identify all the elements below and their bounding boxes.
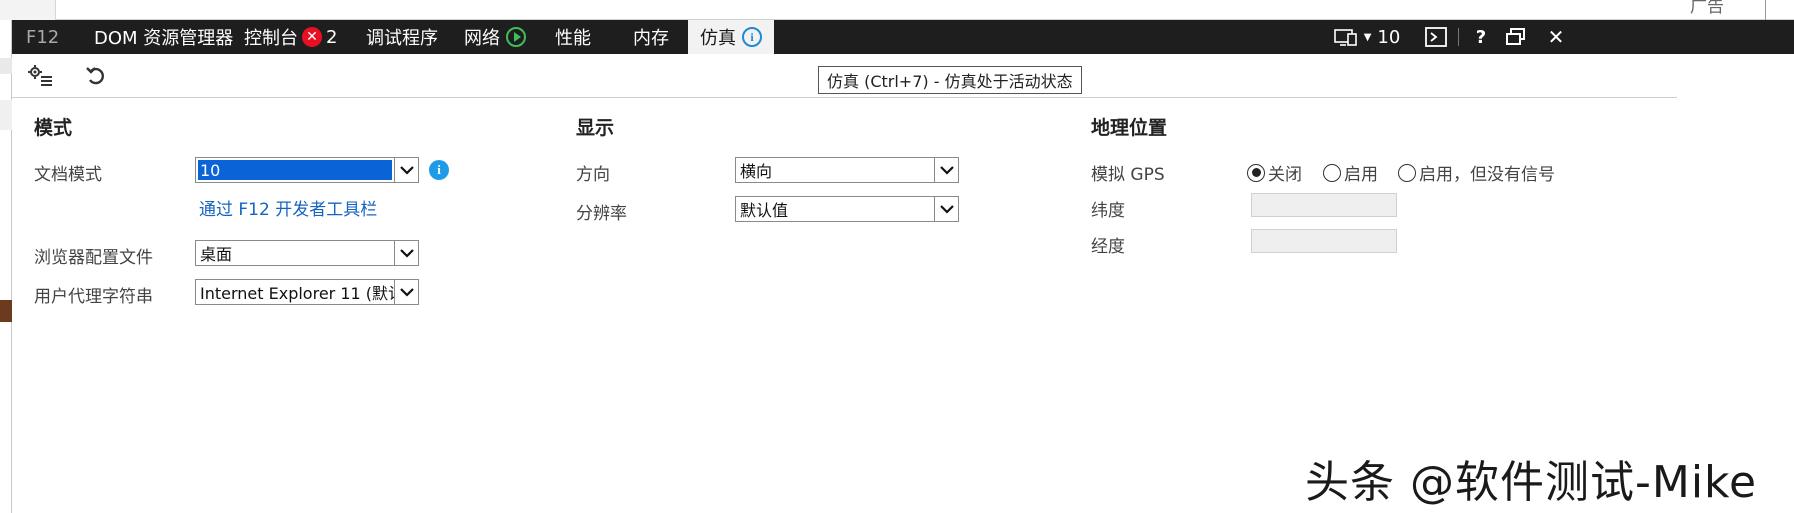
longitude-label: 经度 [1091,237,1125,257]
chevron-down-icon [394,241,418,265]
orientation-label: 方向 [576,165,610,185]
document-mode-value: 10 [198,160,392,180]
tab-debugger[interactable]: 调试程序 [366,20,438,54]
ad-divider [1765,0,1766,20]
tab-f12[interactable]: F12 [26,20,59,54]
display-section-title: 显示 [576,117,615,139]
radio-icon [1398,163,1416,182]
info-icon[interactable]: i [429,160,449,180]
tab-label: 仿真 [700,28,736,49]
page-left-sliver [0,20,12,513]
tab-dom-explorer[interactable]: DOM 资源管理器 [94,20,233,54]
radio-selected-icon [1247,163,1265,182]
document-mode-select[interactable]: 10 [195,157,419,183]
tab-label: 性能 [555,28,591,49]
simulate-gps-label: 模拟 GPS [1091,165,1165,185]
sliver-block [0,58,12,74]
sliver-block [0,300,12,322]
tab-performance[interactable]: 性能 [555,20,591,54]
close-devtools-button[interactable]: ✕ [1542,20,1570,54]
radio-icon [1323,163,1341,182]
watermark-text: 头条 @软件测试-Mike [1305,457,1758,508]
settings-list-button[interactable] [26,62,54,90]
gps-option-on[interactable]: 启用 [1323,160,1378,185]
document-mode-quick-select[interactable]: ▼ 10 [1322,20,1412,54]
gps-option-on-no-signal[interactable]: 启用，但没有信号 [1398,160,1555,185]
toolbar-divider [1458,28,1459,46]
error-icon: ✕ [302,27,322,47]
info-icon: i [742,27,762,47]
orientation-value: 横向 [740,162,773,181]
radio-label: 关闭 [1268,165,1302,185]
user-agent-label: 用户代理字符串 [34,287,153,307]
tab-network[interactable]: 网络 [464,20,526,54]
gps-option-off[interactable]: 关闭 [1247,160,1302,185]
error-count: 2 [326,26,338,48]
latitude-input[interactable] [1251,193,1397,217]
chevron-down-icon [394,280,418,304]
reset-button[interactable] [82,62,110,90]
resolution-value: 默认值 [740,201,789,220]
mode-section-title: 模式 [34,117,73,139]
undock-button[interactable] [1502,20,1530,54]
console-icon [1425,27,1447,47]
tab-memory[interactable]: 内存 [633,20,669,54]
help-icon: ? [1475,26,1487,48]
tab-label: 内存 [633,28,669,49]
sliver-block [0,100,12,130]
tab-label: 调试程序 [366,28,438,49]
orientation-select[interactable]: 横向 [735,157,959,183]
user-agent-select[interactable]: Internet Explorer 11 (默认) [195,279,419,305]
latitude-label: 纬度 [1091,201,1125,221]
chevron-down-icon: ▼ [1363,31,1372,43]
tab-label: 控制台 [244,28,298,49]
restore-window-icon [1506,28,1525,45]
chevron-down-icon [934,197,958,221]
document-mode-label: 文档模式 [34,165,102,185]
longitude-input[interactable] [1251,229,1397,253]
ad-label: 广告 [1690,0,1724,17]
radio-label: 启用，但没有信号 [1419,165,1555,185]
console-toggle-button[interactable] [1422,20,1450,54]
browser-profile-value: 桌面 [200,245,233,264]
play-icon [506,27,526,47]
resolution-select[interactable]: 默认值 [735,196,959,222]
radio-label: 启用 [1344,165,1378,185]
help-button[interactable]: ? [1468,20,1494,54]
browser-profile-select[interactable]: 桌面 [195,240,419,266]
page-top-strip: 广告 [0,0,1794,20]
geolocation-section-title: 地理位置 [1091,117,1168,139]
devtools-tabbar: F12 DOM 资源管理器 控制台 ✕ 2 调试程序 网络 性能 内存 仿真 i… [12,20,1794,54]
tab-console[interactable]: 控制台 ✕ 2 [244,20,337,54]
tab-label: 网络 [464,28,500,49]
browser-profile-label: 浏览器配置文件 [34,248,153,268]
page-left-edge [0,0,56,20]
document-mode-quick-value: 10 [1377,26,1401,48]
emulation-tooltip: 仿真 (Ctrl+7) - 仿真处于活动状态 [818,66,1082,94]
user-agent-value: Internet Explorer 11 (默认) [200,284,394,303]
resolution-label: 分辨率 [576,204,627,224]
tab-emulation[interactable]: 仿真 i [688,20,774,54]
close-icon: ✕ [1547,25,1565,49]
tab-label: F12 [26,26,60,48]
f12-toolbar-link[interactable]: 通过 F12 开发者工具栏 [199,195,377,220]
monitor-devices-icon [1333,29,1357,46]
chevron-down-icon [394,158,418,182]
gear-list-icon [28,65,52,86]
undo-icon [86,67,104,85]
chevron-down-icon [934,158,958,182]
tab-label: DOM 资源管理器 [94,28,234,49]
